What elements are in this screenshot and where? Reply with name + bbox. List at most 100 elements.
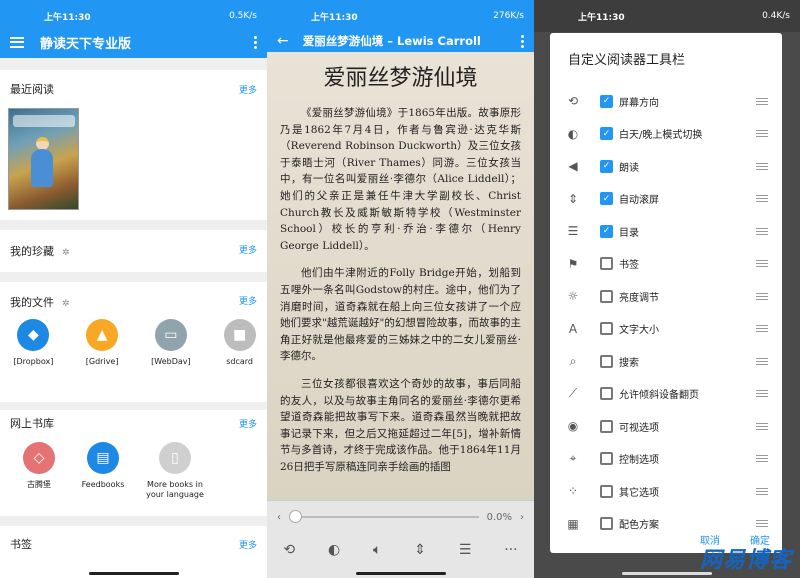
toolbar-option-row[interactable]: ⇕ ✓ 自动滚屏 — [550, 183, 782, 216]
toolbar-option-row[interactable]: ⌕ 搜索 — [550, 345, 782, 378]
drag-handle-icon[interactable] — [756, 292, 768, 300]
toolbar-option-row[interactable]: A 文字大小 — [550, 313, 782, 346]
option-label: 目录 — [619, 227, 639, 239]
slider-thumb[interactable] — [289, 510, 302, 523]
more-link[interactable]: 更多 — [239, 83, 257, 96]
file-source-sdcard[interactable]: ■ sdcard — [212, 319, 267, 367]
drag-handle-icon[interactable] — [756, 325, 768, 333]
section-title: 我的珍藏 — [10, 244, 54, 258]
option-checkbox[interactable]: ✓ — [600, 94, 613, 108]
option-checkbox[interactable]: ✓ — [600, 159, 613, 173]
gutenberg-icon: ◇ — [23, 442, 55, 474]
app-title: 静读天下专业版 — [40, 36, 132, 52]
drag-handle-icon[interactable] — [756, 357, 768, 365]
gear-icon[interactable]: ✲ — [62, 248, 70, 258]
toolbar-option-row[interactable]: ◉ 可视选项 — [550, 410, 782, 443]
option-label: 白天/晚上模式切换 — [619, 130, 703, 142]
option-checkbox[interactable]: ✓ — [600, 192, 613, 206]
option-checkbox[interactable] — [600, 322, 613, 336]
folder-icon: ■ — [223, 319, 256, 351]
book-icon: ▯ — [159, 442, 191, 474]
option-checkbox[interactable] — [600, 452, 613, 466]
online-source-gutenberg[interactable]: ◇ 古腾堡 — [10, 442, 68, 500]
option-checkbox[interactable] — [600, 257, 613, 271]
drag-handle-icon[interactable] — [756, 227, 768, 235]
gear-icon[interactable]: ✲ — [62, 299, 70, 309]
rotate-icon[interactable]: ⟲ — [283, 542, 295, 558]
reader-app-bar: ← 爱丽丝梦游仙境 – Lewis Carroll — [267, 30, 534, 52]
drag-handle-icon[interactable] — [756, 455, 768, 463]
drag-handle-icon[interactable] — [756, 260, 768, 268]
toolbar-option-row[interactable]: ⁘ 其它选项 — [550, 475, 782, 508]
book-title: 爱丽丝梦游仙境 – Lewis Carroll — [302, 34, 481, 48]
option-checkbox[interactable] — [600, 387, 613, 401]
toc-icon: ☰ — [567, 224, 579, 239]
drag-handle-icon[interactable] — [756, 195, 768, 203]
option-checkbox[interactable] — [600, 484, 613, 498]
progress-slider[interactable] — [289, 510, 479, 523]
prev-chapter-icon[interactable]: ‹ — [277, 512, 281, 523]
drag-handle-icon[interactable] — [756, 390, 768, 398]
option-checkbox[interactable] — [600, 517, 613, 531]
status-speed: 0.4K/s — [762, 11, 790, 21]
gdrive-icon: ▲ — [86, 319, 119, 351]
drag-handle-icon[interactable] — [756, 130, 768, 138]
online-source-feedbooks[interactable]: ▤ Feedbooks — [74, 442, 132, 500]
speaker-icon[interactable]: 🔈︎ — [373, 542, 381, 558]
back-arrow-icon[interactable]: ← — [277, 33, 289, 49]
book-cover[interactable] — [8, 108, 79, 210]
file-source-gdrive[interactable]: ▲ [Gdrive] — [75, 319, 130, 367]
next-chapter-icon[interactable]: › — [520, 512, 524, 523]
option-checkbox[interactable] — [600, 354, 613, 368]
drag-handle-icon[interactable] — [756, 487, 768, 495]
toolbar-option-row[interactable]: ◀ ✓ 朗读 — [550, 150, 782, 183]
section-title: 网上书库 — [10, 417, 54, 430]
more-dots-icon[interactable]: ··· — [504, 542, 517, 558]
toolbar-option-row[interactable]: ⌖ 控制选项 — [550, 443, 782, 476]
overflow-menu-icon[interactable] — [520, 34, 524, 48]
drag-handle-icon[interactable] — [756, 162, 768, 170]
option-label: 朗读 — [619, 162, 639, 174]
toolbar-option-row[interactable]: ☰ ✓ 目录 — [550, 215, 782, 248]
option-checkbox[interactable]: ✓ — [600, 224, 613, 238]
file-source-dropbox[interactable]: ◆ [Dropbox] — [6, 319, 61, 367]
section-title: 书签 — [10, 538, 32, 551]
toolbar-option-row[interactable]: ⟲ ✓ 屏幕方向 — [550, 85, 782, 118]
option-label: 自动滚屏 — [619, 195, 659, 207]
toolbar-option-row[interactable]: ⚑ 书签 — [550, 248, 782, 281]
day-night-icon: ◐ — [567, 126, 579, 141]
autoscroll-icon: ⇕ — [567, 191, 579, 206]
favorites-section: 我的珍藏 ✲ 更多 — [0, 230, 267, 272]
more-link[interactable]: 更多 — [239, 417, 257, 430]
drag-handle-icon[interactable] — [756, 520, 768, 528]
more-link[interactable]: 更多 — [239, 294, 257, 307]
status-bar: 上午11:30 276K/s — [267, 0, 534, 32]
drag-handle-icon[interactable] — [756, 422, 768, 430]
more-link[interactable]: 更多 — [239, 538, 257, 551]
day-night-icon[interactable]: ◐ — [328, 542, 340, 558]
toolbar-option-row[interactable]: ◐ ✓ 白天/晚上模式切换 — [550, 118, 782, 151]
autoscroll-icon[interactable]: ⇕ — [414, 542, 426, 558]
option-label: 其它选项 — [619, 487, 659, 499]
option-checkbox[interactable] — [600, 289, 613, 303]
option-label: 配色方案 — [619, 520, 659, 532]
file-source-webdav[interactable]: ▭ [WebDav] — [144, 319, 199, 367]
rotate-icon: ⟲ — [567, 94, 579, 109]
bookmarks-section: 书签 更多 — [0, 526, 267, 578]
more-link[interactable]: 更多 — [239, 243, 257, 256]
option-checkbox[interactable]: ✓ — [600, 127, 613, 141]
toolbar-option-row[interactable]: ☼ 亮度调节 — [550, 280, 782, 313]
option-checkbox[interactable] — [600, 419, 613, 433]
toc-icon[interactable]: ☰ — [459, 542, 472, 558]
eye-icon: ◉ — [567, 419, 579, 434]
reader-content[interactable]: 爱丽丝梦游仙境 《爱丽丝梦游仙境》于1865年出版。故事原形乃是1862年7月4… — [267, 54, 534, 500]
toolbar-option-row[interactable]: ⟋ 允许倾斜设备翻页 — [550, 378, 782, 411]
overflow-menu-icon[interactable] — [253, 35, 257, 49]
online-source-more-books[interactable]: ▯ More books in your language — [138, 442, 212, 500]
option-label: 书签 — [619, 260, 639, 272]
menu-icon[interactable] — [10, 36, 24, 48]
app-bar: 静读天下专业版 — [0, 26, 267, 58]
reader-bottom-bar: ‹ 0.0% › ⟲ ◐ 🔈︎ ⇕ ☰ ··· — [267, 500, 534, 578]
reader-screen: 上午11:30 276K/s ← 爱丽丝梦游仙境 – Lewis Carroll… — [267, 0, 534, 578]
drag-handle-icon[interactable] — [756, 97, 768, 105]
